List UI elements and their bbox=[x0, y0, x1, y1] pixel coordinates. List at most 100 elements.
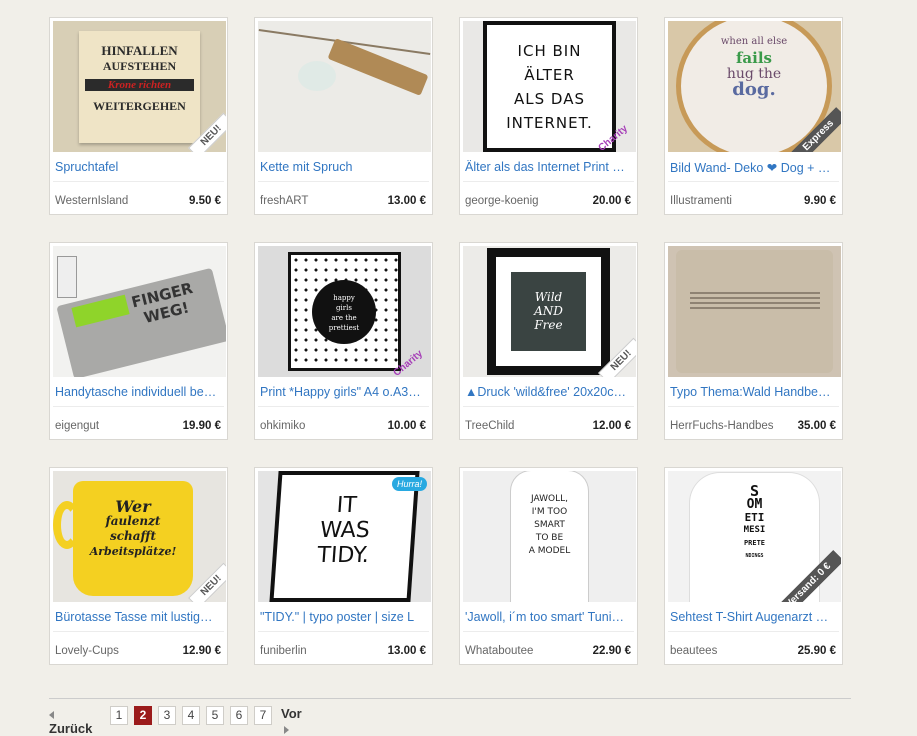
card-divider bbox=[258, 181, 429, 182]
art-text: WEITERGEHEN bbox=[93, 99, 186, 113]
art-text: Krone richten bbox=[85, 79, 194, 91]
arrow-right-icon bbox=[284, 725, 289, 734]
product-image[interactable]: happy girls are the prettiest Charity bbox=[258, 246, 431, 377]
product-price: 20.00 € bbox=[592, 195, 631, 207]
shop-name-link[interactable]: Lovely-Cups bbox=[55, 645, 163, 657]
art-text: fails bbox=[735, 49, 772, 67]
art-text: when all else bbox=[720, 36, 788, 47]
product-card[interactable]: FINGER WEG! Handytasche individuell be… e… bbox=[49, 242, 228, 440]
product-title-link[interactable]: Spruchtafel bbox=[55, 160, 223, 174]
shop-name-link[interactable]: TreeChild bbox=[465, 420, 573, 432]
product-image[interactable]: ICH BIN ÄLTER ALS DAS INTERNET. Charity bbox=[463, 21, 636, 152]
art-text: are the bbox=[331, 314, 357, 322]
product-card[interactable]: Typo Thema:Wald Handbe… HerrFuchs-Handbe… bbox=[664, 242, 843, 440]
product-title-link[interactable]: "TIDY." | typo poster | size L bbox=[260, 610, 428, 624]
product-price: 12.90 € bbox=[182, 645, 221, 657]
product-card[interactable]: JAWOLL, I'M TOO SMART TO BE A MODEL 'Jawoll,… bbox=[459, 467, 638, 665]
product-title-link[interactable]: 'Jawoll, i´m too smart' Tuni… bbox=[465, 610, 633, 624]
shop-name-link[interactable]: freshART bbox=[260, 195, 368, 207]
product-title-link[interactable]: Bürotasse Tasse mit lustig… bbox=[55, 610, 223, 624]
shop-name-link[interactable]: ohkimiko bbox=[260, 420, 368, 432]
product-card[interactable]: IT WAS TIDY. Hurra! "TIDY." | typo poster |… bbox=[254, 467, 433, 665]
product-image[interactable]: Wer faulenzt schafft Arbeitsplätze! NEU! bbox=[53, 471, 226, 602]
product-card[interactable]: ICH BIN ÄLTER ALS DAS INTERNET. Charity Älte… bbox=[459, 17, 638, 215]
product-image[interactable]: FINGER WEG! bbox=[53, 246, 226, 377]
card-divider bbox=[258, 406, 429, 407]
product-image[interactable]: IT WAS TIDY. Hurra! bbox=[258, 471, 431, 602]
product-image[interactable]: Wild AND Free NEU! bbox=[463, 246, 636, 377]
art-text: schafft bbox=[109, 529, 157, 543]
product-title-link[interactable]: Sehtest T-Shirt Augenarzt … bbox=[670, 610, 838, 624]
art-text: Arbeitsplätze! bbox=[89, 545, 177, 558]
product-price: 19.90 € bbox=[182, 420, 221, 432]
shop-name-link[interactable]: eigengut bbox=[55, 420, 163, 432]
shop-name-link[interactable]: george-koenig bbox=[465, 195, 573, 207]
page-number-7[interactable]: 7 bbox=[254, 706, 272, 725]
card-divider bbox=[668, 181, 839, 182]
product-image[interactable]: when all else fails hug the dog. Express bbox=[668, 21, 841, 152]
product-title-link[interactable]: ▲Druck 'wild&free' 20x20c… bbox=[465, 385, 633, 399]
art-text: PRETE bbox=[743, 539, 766, 547]
card-divider bbox=[53, 406, 224, 407]
art-text: HINFALLEN bbox=[101, 43, 178, 58]
art-text: ÄLTER bbox=[524, 66, 575, 84]
product-card[interactable]: Wer faulenzt schafft Arbeitsplätze! NEU!… bbox=[49, 467, 228, 665]
art-text: faulenzt bbox=[105, 514, 161, 528]
product-title-link[interactable]: Älter als das Internet Print … bbox=[465, 160, 633, 174]
art-text: Wer bbox=[115, 497, 151, 516]
art-text: JAWOLL, bbox=[530, 494, 569, 504]
shop-name-link[interactable]: HerrFuchs-Handbes bbox=[670, 420, 778, 432]
pagination-divider bbox=[49, 698, 851, 699]
product-image[interactable]: S OM ETI MESI PRETE NDINGS Versand: 0 € bbox=[668, 471, 841, 602]
art-text: AUFSTEHEN bbox=[102, 59, 177, 73]
product-image[interactable] bbox=[258, 21, 431, 152]
product-image[interactable]: HINFALLEN AUFSTEHEN Krone richten WEITER… bbox=[53, 21, 226, 152]
arrow-left-icon bbox=[49, 710, 54, 719]
product-card[interactable]: happy girls are the prettiest Charity Print … bbox=[254, 242, 433, 440]
product-title-link[interactable]: Bild Wand- Deko ❤ Dog + … bbox=[670, 160, 838, 175]
card-divider bbox=[668, 631, 839, 632]
shop-name-link[interactable]: WesternIsland bbox=[55, 195, 163, 207]
page-number-5[interactable]: 5 bbox=[206, 706, 224, 725]
shop-name-link[interactable]: Illustramenti bbox=[670, 195, 778, 207]
product-card[interactable]: Kette mit Spruch freshART 13.00 € bbox=[254, 17, 433, 215]
shop-name-link[interactable]: beautees bbox=[670, 645, 778, 657]
card-divider bbox=[258, 631, 429, 632]
art-text: AND bbox=[534, 304, 563, 318]
product-price: 13.00 € bbox=[387, 195, 426, 207]
product-price: 9.90 € bbox=[804, 195, 836, 207]
product-title-link[interactable]: Print *Happy girls" A4 o.A3… bbox=[260, 385, 428, 399]
shop-name-link[interactable]: Whataboutee bbox=[465, 645, 573, 657]
card-divider bbox=[668, 406, 839, 407]
product-price: 13.00 € bbox=[387, 645, 426, 657]
product-title-link[interactable]: Kette mit Spruch bbox=[260, 160, 428, 174]
art-text: NDINGS bbox=[745, 553, 764, 559]
product-title-link[interactable]: Handytasche individuell be… bbox=[55, 385, 223, 399]
product-title-link[interactable]: Typo Thema:Wald Handbe… bbox=[670, 385, 838, 399]
page-number-6[interactable]: 6 bbox=[230, 706, 248, 725]
product-image[interactable]: JAWOLL, I'M TOO SMART TO BE A MODEL bbox=[463, 471, 636, 602]
art-text: happy bbox=[333, 294, 355, 302]
art-text: Free bbox=[534, 318, 563, 332]
art-text: MESI bbox=[743, 525, 766, 535]
product-card[interactable]: when all else fails hug the dog. Express … bbox=[664, 17, 843, 215]
page-number-1[interactable]: 1 bbox=[110, 706, 128, 725]
page-number-4[interactable]: 4 bbox=[182, 706, 200, 725]
shop-name-link[interactable]: funiberlin bbox=[260, 645, 368, 657]
product-price: 25.90 € bbox=[797, 645, 836, 657]
prev-page-link[interactable]: Zurück bbox=[49, 706, 92, 736]
card-divider bbox=[53, 631, 224, 632]
product-price: 22.90 € bbox=[592, 645, 631, 657]
product-card[interactable]: Wild AND Free NEU! ▲Druck 'wild&free' 20x20… bbox=[459, 242, 638, 440]
product-card[interactable]: HINFALLEN AUFSTEHEN Krone richten WEITER… bbox=[49, 17, 228, 215]
next-page-link[interactable]: Vor bbox=[281, 706, 302, 736]
card-divider bbox=[463, 406, 634, 407]
product-image[interactable] bbox=[668, 246, 841, 377]
art-text: INTERNET. bbox=[506, 114, 593, 132]
art-text: A MODEL bbox=[528, 546, 571, 556]
page-number-3[interactable]: 3 bbox=[158, 706, 176, 725]
product-card[interactable]: S OM ETI MESI PRETE NDINGS Versand: 0 € Sehtes… bbox=[664, 467, 843, 665]
art-text: ALS DAS bbox=[514, 90, 585, 108]
page-number-2[interactable]: 2 bbox=[134, 706, 152, 725]
art-text: OM bbox=[746, 497, 763, 512]
